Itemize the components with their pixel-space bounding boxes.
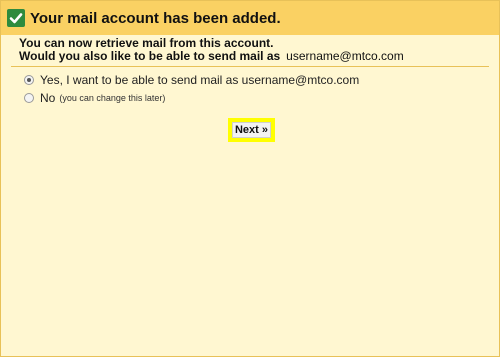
banner-title: Your mail account has been added. [30, 10, 281, 27]
send-email-address: username@mtco.com [286, 49, 404, 63]
checkmark-icon [7, 9, 25, 27]
intro-text: You can now retrieve mail from this acco… [19, 37, 404, 63]
radio-yes[interactable] [24, 75, 34, 85]
option-yes-label: Yes, I want to be able to send mail as u… [40, 73, 360, 87]
success-banner: Your mail account has been added. [1, 1, 499, 35]
option-no-label: No [40, 91, 56, 105]
intro-line-send: Would you also like to be able to send m… [19, 50, 404, 63]
option-yes[interactable]: Yes, I want to be able to send mail as u… [24, 73, 359, 87]
dialog-panel: Your mail account has been added. You ca… [0, 0, 500, 357]
option-no-hint: (you can change this later) [59, 93, 166, 103]
next-button[interactable]: Next » [232, 122, 271, 138]
section-divider [11, 66, 489, 67]
radio-no[interactable] [24, 93, 34, 103]
send-question-label: Would you also like to be able to send m… [19, 49, 281, 63]
option-no[interactable]: No (you can change this later) [24, 91, 165, 105]
